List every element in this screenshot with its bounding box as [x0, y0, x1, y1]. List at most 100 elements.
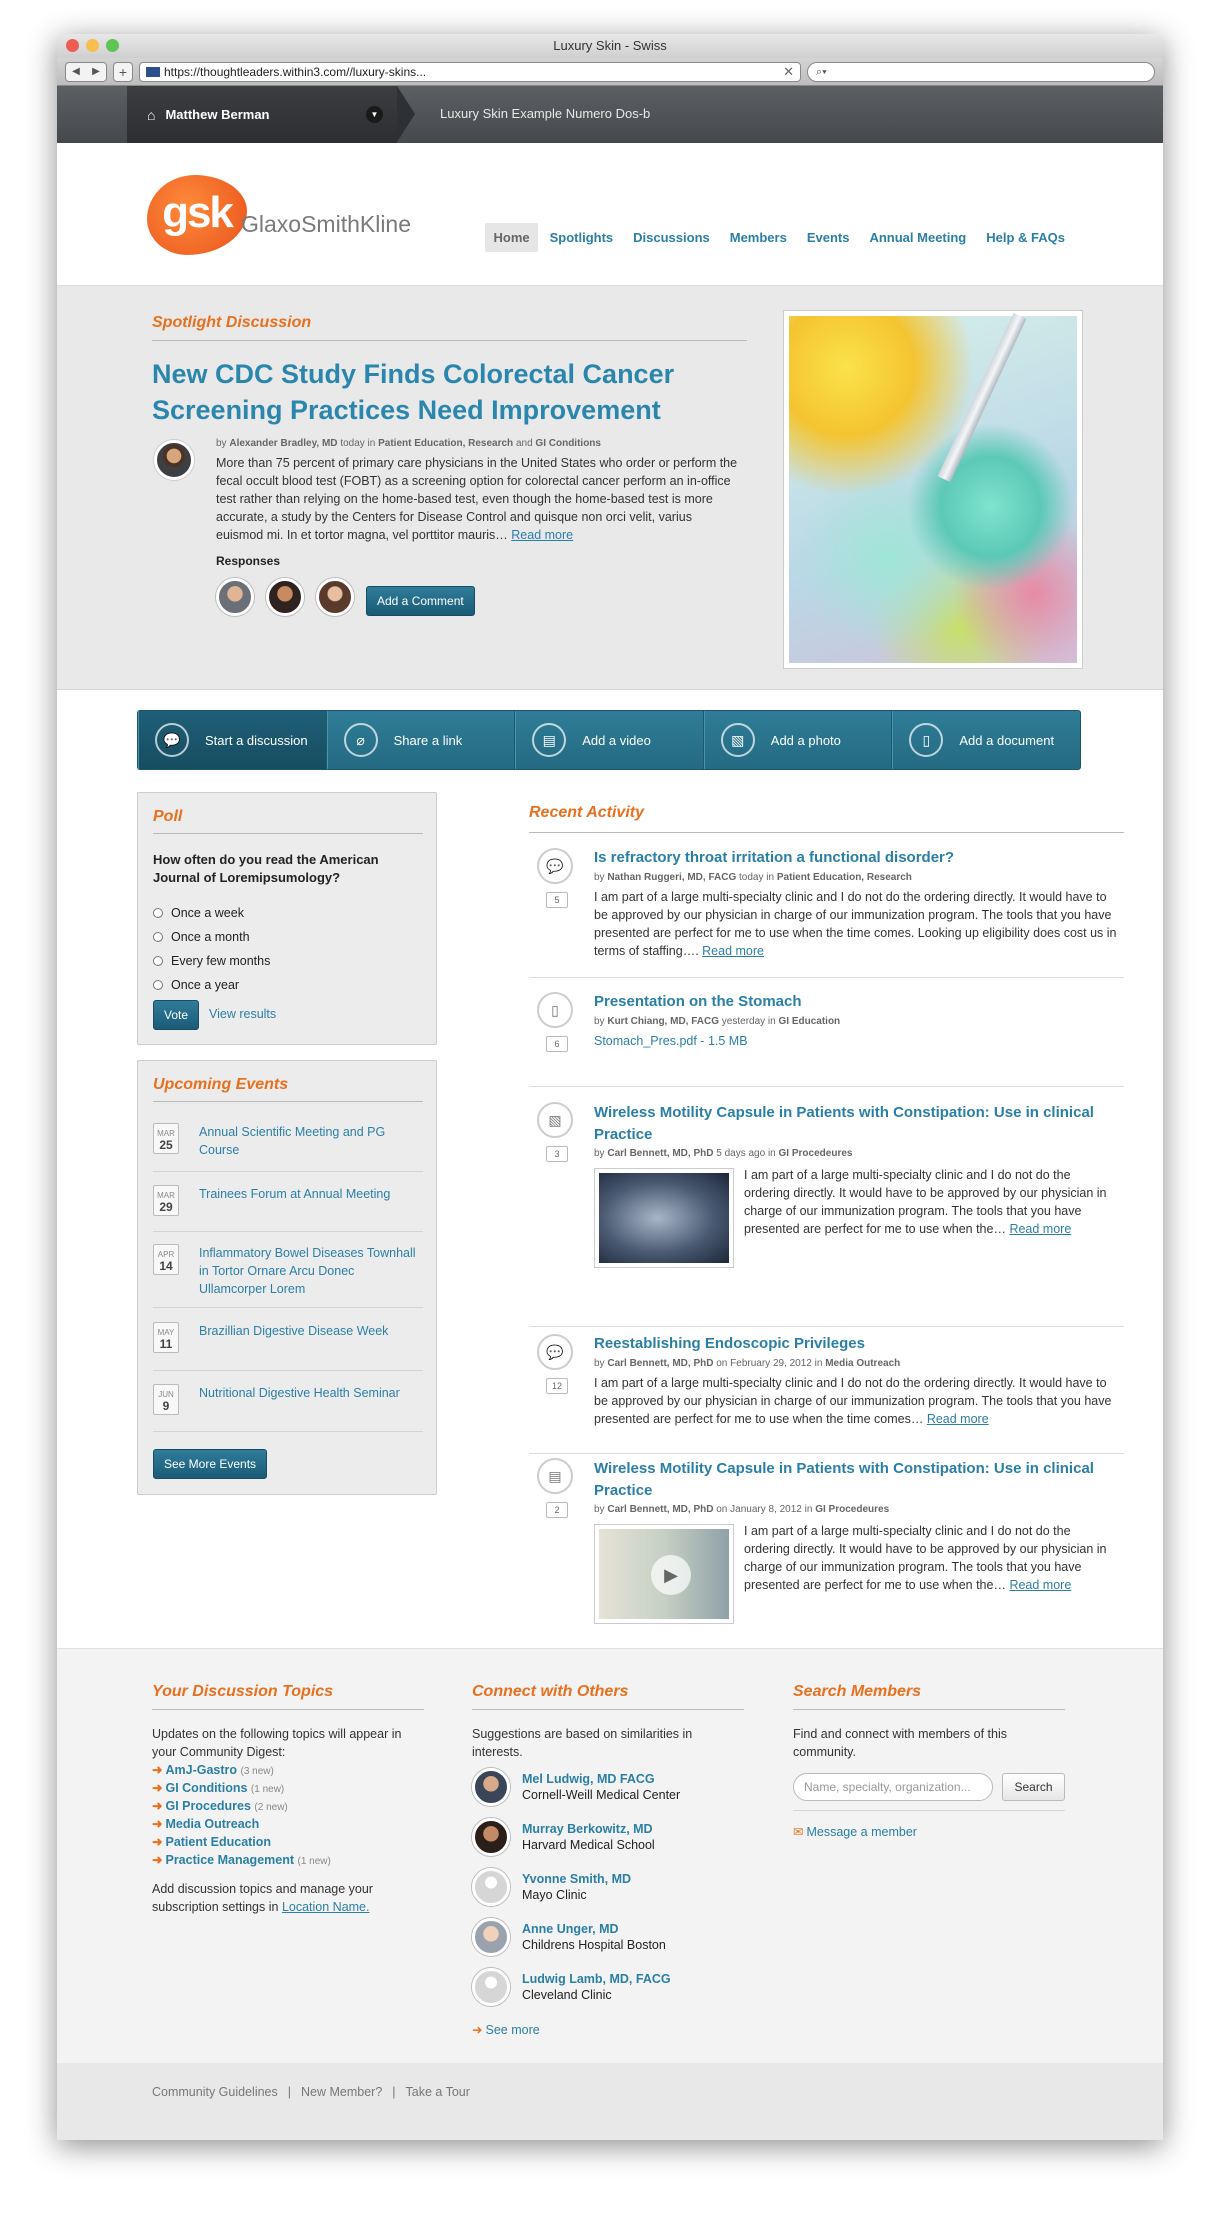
- suggested-member[interactable]: Murray Berkowitz, MD Harvard Medical Scho…: [472, 1818, 655, 1856]
- member-name[interactable]: Mel Ludwig, MD FACG: [522, 1771, 680, 1787]
- member-name[interactable]: Yvonne Smith, MD: [522, 1871, 631, 1887]
- member-search-input[interactable]: Name, specialty, organization...: [793, 1773, 993, 1801]
- nav-spotlights[interactable]: Spotlights: [542, 223, 622, 252]
- avatar[interactable]: [472, 1768, 510, 1806]
- category-link[interactable]: GI Procedeures: [779, 1148, 853, 1159]
- poll-option[interactable]: Once a year: [153, 978, 239, 992]
- minimize-window-button[interactable]: [86, 39, 99, 52]
- footer-link-tour[interactable]: Take a Tour: [406, 2085, 470, 2099]
- add-comment-button[interactable]: Add a Comment: [366, 586, 475, 616]
- vote-button[interactable]: Vote: [153, 1000, 200, 1030]
- activity-thumbnail[interactable]: ▶: [594, 1524, 734, 1624]
- spotlight-title[interactable]: New CDC Study Finds Colorectal Cancer Sc…: [152, 356, 712, 428]
- play-icon[interactable]: ▶: [651, 1555, 691, 1595]
- file-link[interactable]: Stomach_Pres.pdf - 1.5 MB: [594, 1032, 748, 1050]
- read-more-link[interactable]: Read more: [1009, 1578, 1071, 1592]
- event-name[interactable]: Annual Scientific Meeting and PG Course: [199, 1123, 423, 1159]
- read-more-link[interactable]: Read more: [511, 528, 573, 542]
- author-avatar[interactable]: [154, 440, 194, 480]
- event-item[interactable]: MAR 25 Annual Scientific Meeting and PG Co…: [153, 1123, 423, 1159]
- radio-button[interactable]: [153, 956, 163, 966]
- share-link-button[interactable]: ⌀ Share a link: [326, 711, 516, 769]
- add-photo-button[interactable]: ▧ Add a photo: [703, 711, 893, 769]
- activity-title[interactable]: Is refractory throat irritation a functi…: [594, 847, 1119, 869]
- radio-button[interactable]: [153, 932, 163, 942]
- event-name[interactable]: Inflammatory Bowel Diseases Townhall in …: [199, 1244, 423, 1298]
- topic-link[interactable]: ➜ AmJ-Gastro (3 new): [152, 1762, 274, 1777]
- new-tab-button[interactable]: +: [113, 61, 133, 82]
- avatar[interactable]: [472, 1818, 510, 1856]
- author-link[interactable]: Nathan Ruggeri, MD, FACG: [607, 872, 736, 883]
- topic-link[interactable]: ➜ GI Conditions (1 new): [152, 1780, 284, 1795]
- activity-thumbnail[interactable]: [594, 1168, 734, 1268]
- topic-link[interactable]: ➜ GI Procedures (2 new): [152, 1798, 288, 1813]
- poll-option[interactable]: Once a week: [153, 906, 244, 920]
- zoom-window-button[interactable]: [106, 39, 119, 52]
- author-link[interactable]: Carl Bennett, MD, PhD: [607, 1358, 713, 1369]
- activity-title[interactable]: Wireless Motility Capsule in Patients wi…: [594, 1458, 1119, 1502]
- responder-avatar[interactable]: [316, 578, 354, 616]
- footer-link-guidelines[interactable]: Community Guidelines: [152, 2085, 278, 2099]
- activity-title[interactable]: Wireless Motility Capsule in Patients wi…: [594, 1102, 1119, 1146]
- event-name[interactable]: Trainees Forum at Annual Meeting: [199, 1185, 390, 1203]
- responder-avatar[interactable]: [266, 578, 304, 616]
- member-name[interactable]: Ludwig Lamb, MD, FACG: [522, 1971, 671, 1987]
- category-link[interactable]: GI Conditions: [535, 438, 601, 449]
- poll-option[interactable]: Every few months: [153, 954, 270, 968]
- member-name[interactable]: Murray Berkowitz, MD: [522, 1821, 655, 1837]
- message-member-link[interactable]: ✉ Message a member: [793, 1824, 917, 1839]
- avatar[interactable]: [472, 1968, 510, 2006]
- address-bar[interactable]: https://thoughtleaders.within3.com//luxu…: [139, 61, 801, 82]
- avatar[interactable]: [472, 1918, 510, 1956]
- nav-discussions[interactable]: Discussions: [625, 223, 718, 252]
- suggested-member[interactable]: Yvonne Smith, MD Mayo Clinic: [472, 1868, 631, 1906]
- topic-link[interactable]: ➜ Patient Education: [152, 1834, 271, 1849]
- view-results-link[interactable]: View results: [209, 1007, 276, 1021]
- search-button[interactable]: Search: [1002, 1773, 1065, 1801]
- chevron-down-icon[interactable]: ▼: [366, 106, 383, 123]
- category-link[interactable]: GI Procedeures: [815, 1504, 889, 1515]
- nav-events[interactable]: Events: [799, 223, 858, 252]
- see-more-link[interactable]: ➜ See more: [472, 2022, 540, 2037]
- read-more-link[interactable]: Read more: [927, 1412, 989, 1426]
- spotlight-image[interactable]: [783, 310, 1083, 669]
- footer-link-new-member[interactable]: New Member?: [301, 2085, 382, 2099]
- radio-button[interactable]: [153, 908, 163, 918]
- member-name[interactable]: Anne Unger, MD: [522, 1921, 666, 1937]
- event-item[interactable]: MAY 11 Brazillian Digestive Disease Week: [153, 1322, 423, 1353]
- author-link[interactable]: Alexander Bradley, MD: [229, 438, 337, 449]
- add-document-button[interactable]: ▯ Add a document: [892, 711, 1080, 769]
- start-discussion-button[interactable]: 💬 Start a discussion: [138, 711, 327, 769]
- author-link[interactable]: Carl Bennett, MD, PhD: [607, 1148, 713, 1159]
- event-item[interactable]: APR 14 Inflammatory Bowel Diseases Townhal…: [153, 1244, 423, 1298]
- activity-title[interactable]: Presentation on the Stomach: [594, 991, 1119, 1013]
- activity-title[interactable]: Reestablishing Endoscopic Privileges: [594, 1333, 1119, 1355]
- suggested-member[interactable]: Mel Ludwig, MD FACG Cornell-Weill Medical…: [472, 1768, 680, 1806]
- home-icon[interactable]: ⌂: [147, 107, 155, 123]
- author-link[interactable]: Kurt Chiang, MD, FACG: [607, 1016, 719, 1027]
- nav-annual-meeting[interactable]: Annual Meeting: [861, 223, 974, 252]
- avatar[interactable]: [472, 1868, 510, 1906]
- nav-members[interactable]: Members: [722, 223, 795, 252]
- browser-search-field[interactable]: ⌕▾: [807, 61, 1155, 82]
- radio-button[interactable]: [153, 980, 163, 990]
- read-more-link[interactable]: Read more: [1009, 1222, 1071, 1236]
- nav-home[interactable]: Home: [485, 223, 538, 252]
- author-link[interactable]: Carl Bennett, MD, PhD: [607, 1504, 713, 1515]
- event-name[interactable]: Nutritional Digestive Health Seminar: [199, 1384, 400, 1402]
- responder-avatar[interactable]: [216, 578, 254, 616]
- see-more-events-button[interactable]: See More Events: [153, 1449, 268, 1479]
- suggested-member[interactable]: Anne Unger, MD Childrens Hospital Boston: [472, 1918, 666, 1956]
- back-icon[interactable]: ◀: [66, 63, 86, 81]
- nav-help[interactable]: Help & FAQs: [978, 223, 1073, 252]
- topic-link[interactable]: ➜ Practice Management (1 new): [152, 1852, 331, 1867]
- event-name[interactable]: Brazillian Digestive Disease Week: [199, 1322, 388, 1340]
- forward-icon[interactable]: ▶: [86, 63, 106, 81]
- breadcrumb[interactable]: Luxury Skin Example Numero Dos-b: [440, 106, 650, 121]
- event-item[interactable]: MAR 29 Trainees Forum at Annual Meeting: [153, 1185, 423, 1216]
- user-menu[interactable]: ⌂ Matthew Berman ▼: [127, 86, 415, 143]
- clear-url-icon[interactable]: ✕: [783, 64, 794, 80]
- topic-link[interactable]: ➜ Media Outreach: [152, 1816, 259, 1831]
- location-name-link[interactable]: Location Name.: [282, 1900, 370, 1914]
- category-link[interactable]: Patient Education, Research: [378, 438, 513, 449]
